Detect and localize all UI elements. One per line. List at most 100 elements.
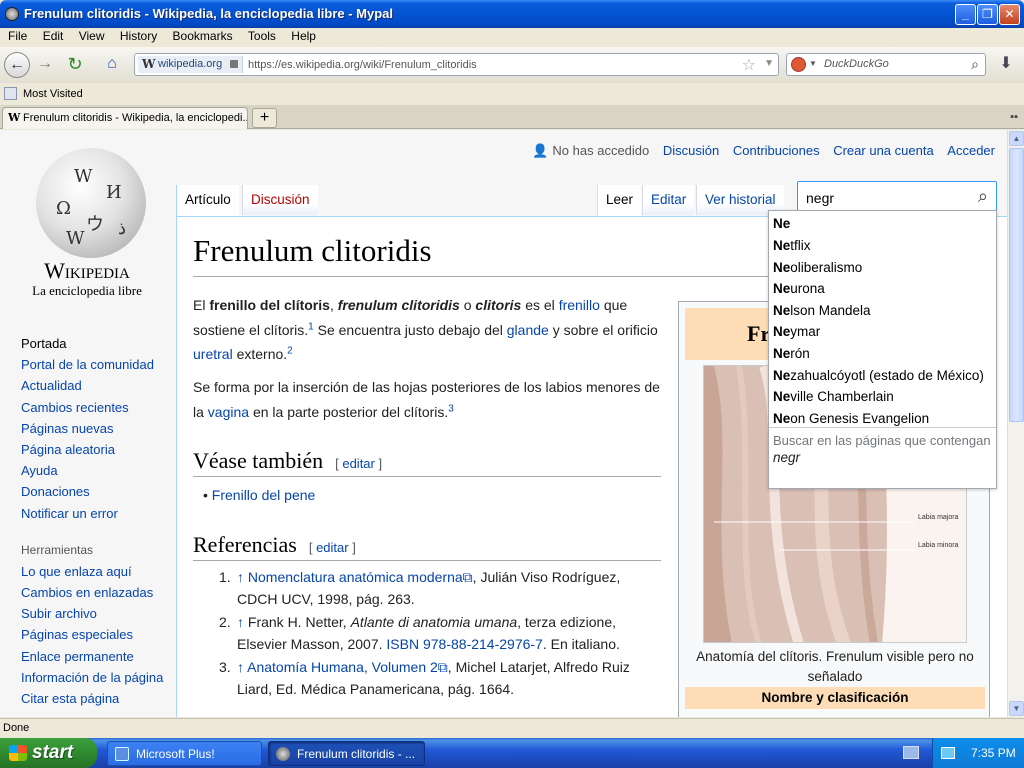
create-account-link[interactable]: Crear una cuenta — [833, 143, 933, 158]
menu-tools[interactable]: Tools — [248, 28, 276, 45]
sidebar-item-paginas-nuevas[interactable]: Páginas nuevas — [21, 418, 176, 439]
new-tab-button[interactable]: + — [252, 108, 277, 128]
suggestion-item[interactable]: Ne — [773, 216, 790, 231]
site-identity-badge[interactable]: W wikipedia.org — [138, 56, 244, 73]
browser-icon — [276, 747, 290, 761]
scroll-thumb[interactable] — [1009, 148, 1024, 422]
tools-item-subir-archivo[interactable]: Subir archivo — [21, 603, 176, 624]
tab-edit[interactable]: Editar — [642, 185, 695, 215]
address-bar[interactable]: W wikipedia.org https://es.wikipedia.org… — [134, 53, 779, 76]
sidebar-item-notificar[interactable]: Notificar un error — [21, 503, 176, 524]
network-icon[interactable] — [941, 747, 955, 759]
url-dropdown-icon[interactable]: ▼ — [764, 58, 774, 69]
minimize-button[interactable]: _ — [955, 4, 976, 25]
ref-2[interactable]: 2 — [287, 345, 293, 356]
search-containing-option[interactable]: Buscar en las páginas que contengan negr — [769, 427, 996, 470]
references-edit-link[interactable]: editar — [316, 540, 349, 555]
ref-3[interactable]: 3 — [448, 403, 454, 414]
suggestion-item[interactable]: Netflix — [773, 238, 811, 253]
scroll-up-icon[interactable]: ▲ — [1009, 131, 1024, 146]
reload-button[interactable]: ↻ — [63, 53, 87, 77]
tools-item-citar[interactable]: Citar esta página — [21, 688, 176, 709]
suggestion-item[interactable]: Neymar — [773, 324, 820, 339]
link-glande[interactable]: glande — [507, 322, 549, 338]
infobox-caption: Anatomía del clítoris. Frenulum visible … — [696, 649, 974, 684]
forward-button[interactable]: → — [33, 53, 57, 77]
suggestion-item[interactable]: Neurona — [773, 281, 825, 296]
suggestion-item[interactable]: Neon Genesis Evangelion — [773, 411, 929, 426]
ref-backlink[interactable]: ↑ — [237, 659, 244, 675]
external-link-icon: ⧉ — [462, 569, 473, 585]
tools-item-enlaza[interactable]: Lo que enlaza aquí — [21, 561, 176, 582]
suggestion-item[interactable]: Neoliberalismo — [773, 260, 862, 275]
close-button[interactable]: ✕ — [999, 4, 1020, 25]
menu-bookmarks[interactable]: Bookmarks — [173, 28, 233, 45]
sidebar-item-actualidad[interactable]: Actualidad — [21, 375, 176, 396]
search-icon[interactable]: ⌕ — [971, 56, 979, 73]
link-frenillo[interactable]: frenillo — [559, 297, 600, 313]
maximize-button[interactable]: ❐ — [977, 4, 998, 25]
see-also-edit-link[interactable]: editar — [342, 456, 375, 471]
clock[interactable]: 7:35 PM — [971, 738, 1016, 768]
sidebar-item-pagina-aleatoria[interactable]: Página aleatoria — [21, 439, 176, 460]
downloads-icon[interactable]: ⬇ — [994, 54, 1018, 76]
ref-link-anatomia[interactable]: Anatomía Humana, Volumen 2 — [247, 659, 438, 675]
tools-item-enlace-permanente[interactable]: Enlace permanente — [21, 646, 176, 667]
scroll-down-icon[interactable]: ▼ — [1009, 701, 1024, 716]
reference-item: 1. ↑ Nomenclatura anatómica moderna⧉, Jul… — [219, 569, 621, 607]
suggestion-item[interactable]: Nelson Mandela — [773, 303, 871, 318]
link-uretral[interactable]: uretral — [193, 346, 233, 362]
bookmark-star-icon[interactable]: ☆ — [742, 55, 756, 75]
search-query[interactable]: negr — [806, 190, 834, 206]
sidebar-item-portal[interactable]: Portal de la comunidad — [21, 354, 176, 375]
login-link[interactable]: Acceder — [947, 143, 995, 158]
link-frenillo-del-pene[interactable]: Frenillo del pene — [212, 487, 316, 503]
wikipedia-logo[interactable]: W И Ω ウ ذ W Wikipedia La enciclopedia li… — [20, 148, 154, 303]
wiki-search-input[interactable]: negr ⌕ — [797, 181, 997, 212]
browser-search-box[interactable]: ▼ DuckDuckGo ⌕ — [786, 53, 986, 76]
sidebar-item-cambios-recientes[interactable]: Cambios recientes — [21, 397, 176, 418]
menu-file[interactable]: File — [8, 28, 27, 45]
tab-list-icon[interactable]: ▪▪ — [1010, 111, 1018, 123]
taskbar-item-browser[interactable]: Frenulum clitoridis - ... — [268, 741, 425, 766]
menu-history[interactable]: History — [120, 28, 157, 45]
start-button[interactable]: start — [0, 738, 97, 768]
sidebar-item-donaciones[interactable]: Donaciones — [21, 481, 176, 502]
tab-talk[interactable]: Discusión — [242, 185, 318, 215]
most-visited-bookmark[interactable]: Most Visited — [23, 88, 83, 100]
back-button[interactable]: ← — [4, 52, 30, 78]
tab-active[interactable]: W Frenulum clitoridis - Wikipedia, la en… — [2, 107, 248, 129]
title-bar[interactable]: Frenulum clitoridis - Wikipedia, la enci… — [0, 0, 1024, 28]
engine-dropdown-icon[interactable]: ▼ — [809, 59, 817, 68]
home-button[interactable]: ⌂ — [100, 53, 124, 77]
tab-article[interactable]: Artículo — [176, 185, 239, 216]
see-also-heading: Véase también[ editar ] — [193, 448, 661, 477]
link-vagina[interactable]: vagina — [208, 404, 249, 420]
ref-link-nomenclatura[interactable]: Nomenclatura anatómica moderna — [248, 569, 463, 585]
menu-edit[interactable]: Edit — [43, 28, 64, 45]
personal-talk-link[interactable]: Discusión — [663, 143, 719, 158]
taskbar-item-microsoft-plus[interactable]: Microsoft Plus! — [107, 741, 262, 766]
search-icon[interactable]: ⌕ — [978, 186, 988, 207]
duckduckgo-icon[interactable] — [791, 57, 806, 72]
menu-help[interactable]: Help — [291, 28, 316, 45]
tools-item-informacion[interactable]: Información de la página — [21, 667, 176, 688]
tools-item-paginas-especiales[interactable]: Páginas especiales — [21, 624, 176, 645]
wikipedia-favicon-icon: W — [142, 57, 156, 71]
suggestion-item[interactable]: Nerón — [773, 346, 810, 361]
ref-backlink[interactable]: ↑ — [237, 614, 244, 630]
tools-item-cambios-enlazadas[interactable]: Cambios en enlazadas — [21, 582, 176, 603]
suggestion-item[interactable]: Neville Chamberlain — [773, 389, 894, 404]
ref-backlink[interactable]: ↑ — [237, 569, 244, 585]
vertical-scrollbar[interactable]: ▲ ▼ — [1007, 130, 1024, 717]
tab-read[interactable]: Leer — [597, 185, 642, 216]
suggestion-item[interactable]: Nezahualcóyotl (estado de México) — [773, 368, 984, 383]
url-text[interactable]: https://es.wikipedia.org/wiki/Frenulum_c… — [248, 57, 477, 73]
menu-view[interactable]: View — [79, 28, 105, 45]
contributions-link[interactable]: Contribuciones — [733, 143, 820, 158]
sidebar-item-ayuda[interactable]: Ayuda — [21, 460, 176, 481]
keyboard-icon[interactable] — [903, 746, 919, 759]
sidebar-item-portada[interactable]: Portada — [21, 333, 176, 354]
windows-flag-icon — [9, 745, 27, 761]
isbn-link[interactable]: ISBN 978-88-214-2976-7 — [386, 636, 542, 652]
